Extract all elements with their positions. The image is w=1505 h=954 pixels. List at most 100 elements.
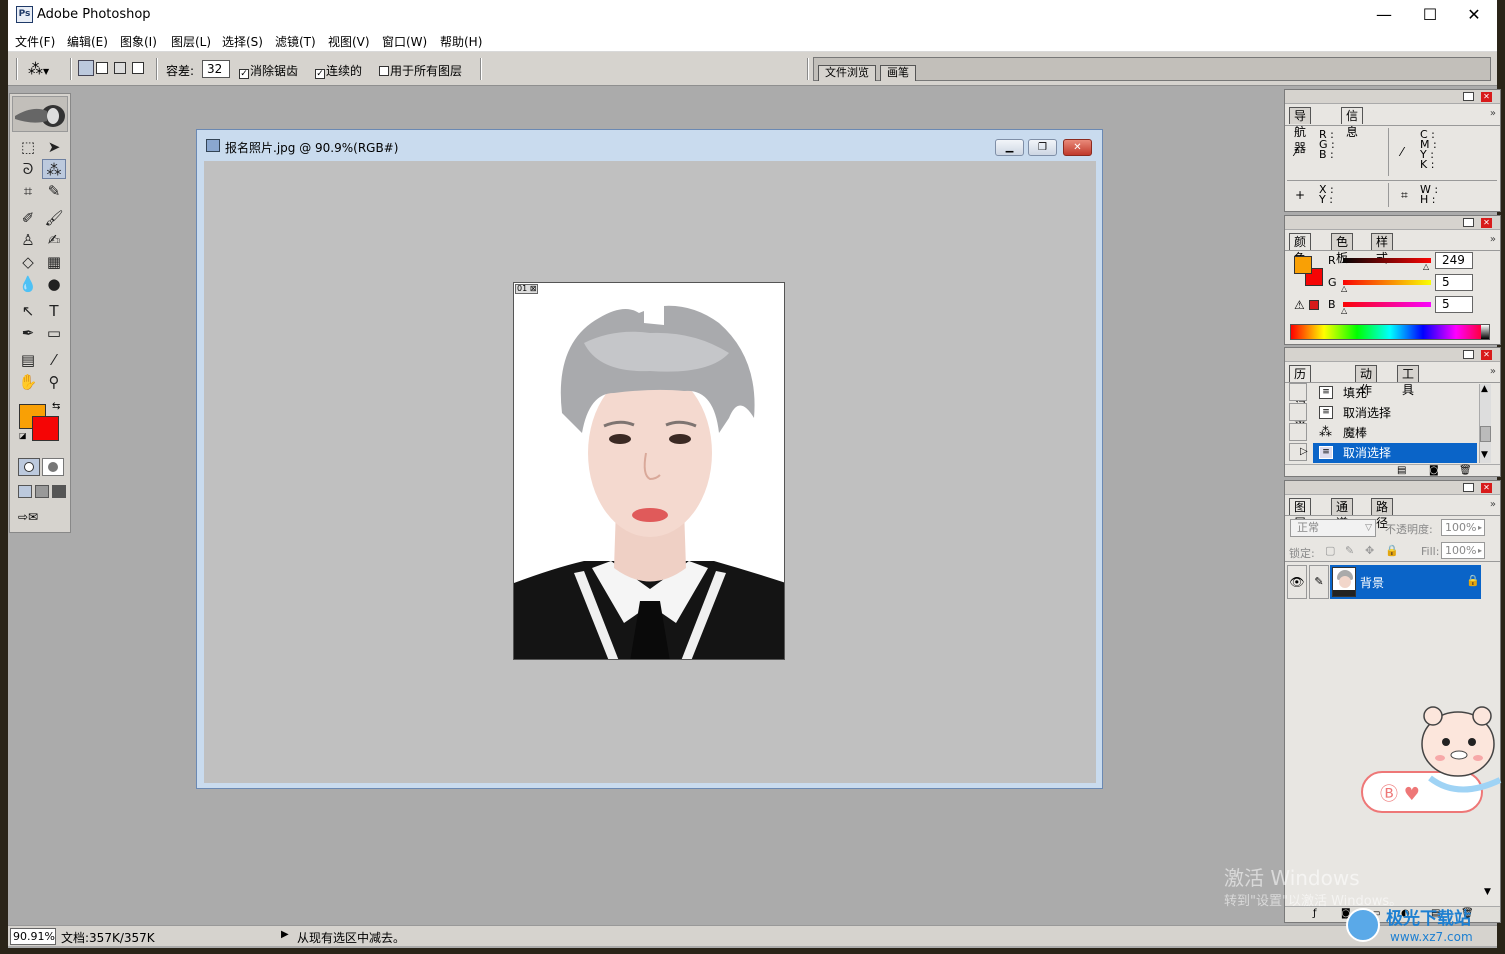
jump-to-imageready-icon[interactable]: ⇨✉ (18, 510, 64, 526)
panel-minimize-icon[interactable] (1463, 218, 1474, 227)
input-r[interactable]: 249 (1435, 252, 1473, 269)
menu-window[interactable]: 窗口(W) (382, 33, 427, 50)
panel-minimize-icon[interactable] (1463, 350, 1474, 359)
tab-channels[interactable]: 通道 (1331, 498, 1354, 530)
panel-menu-icon[interactable]: » (1490, 108, 1496, 119)
hand-tool-icon[interactable]: ✋ (16, 372, 40, 392)
history-snapshot-checkbox[interactable] (1289, 383, 1307, 401)
eraser-tool-icon[interactable]: ◇ (16, 252, 40, 272)
close-button[interactable]: ✕ (1451, 0, 1497, 30)
gamut-color-swatch[interactable] (1309, 300, 1319, 310)
tab-styles[interactable]: 样式 (1371, 233, 1394, 265)
document-restore-button[interactable]: ❐ (1028, 139, 1057, 156)
panel-menu-icon[interactable]: » (1490, 234, 1496, 245)
history-snapshot-checkbox[interactable] (1289, 423, 1307, 441)
menu-help[interactable]: 帮助(H) (440, 33, 482, 50)
new-selection-icon[interactable] (78, 60, 94, 76)
menu-edit[interactable]: 编辑(E) (67, 33, 108, 50)
magic-wand-tool-icon[interactable]: ⁂ (42, 159, 66, 179)
blur-tool-icon[interactable]: 💧 (16, 274, 40, 294)
antialias-checkbox[interactable]: ✓ 消除锯齿 (239, 62, 298, 79)
canvas-area[interactable]: 01 ⊠ (204, 161, 1096, 783)
menu-select[interactable]: 选择(S) (222, 33, 263, 50)
lock-transparency-icon[interactable]: ▢ (1325, 544, 1335, 557)
zoom-tool-icon[interactable]: ⚲ (42, 372, 66, 392)
input-b[interactable]: 5 (1435, 296, 1473, 313)
screen-mode-standard-icon[interactable] (18, 485, 32, 498)
contiguous-checkbox[interactable]: ✓ 连续的 (315, 62, 362, 79)
panel-minimize-icon[interactable] (1463, 483, 1474, 492)
tab-layers[interactable]: 图层 (1289, 498, 1312, 530)
path-selection-icon[interactable]: ↖ (16, 301, 40, 321)
fill-input[interactable]: 100% ▸ (1441, 542, 1485, 559)
status-menu-arrow-icon[interactable]: ▶ (281, 929, 289, 940)
menu-file[interactable]: 文件(F) (15, 33, 55, 50)
history-item[interactable]: ≡ 取消选择 (1313, 403, 1477, 423)
tab-tools[interactable]: 工具 (1397, 365, 1420, 397)
zoom-level-field[interactable]: 90.91% (10, 928, 56, 945)
panel-minimize-icon[interactable] (1463, 92, 1474, 101)
type-tool-icon[interactable]: T (42, 301, 66, 321)
layer-row-background[interactable]: 背景 🔒 (1330, 565, 1481, 599)
default-colors-icon[interactable]: ◪ (19, 431, 27, 440)
history-item-selected[interactable]: ≡ 取消选择 (1313, 443, 1477, 463)
history-item[interactable]: ≡ 填充 (1313, 383, 1477, 403)
tab-navigator[interactable]: 导航器 (1289, 107, 1312, 155)
move-tool-icon[interactable]: ➤ (42, 137, 66, 157)
clone-stamp-icon[interactable]: ♙ (16, 230, 40, 250)
slider-g[interactable] (1343, 280, 1431, 285)
crop-tool-icon[interactable]: ⌗ (16, 181, 40, 201)
shape-tool-icon[interactable]: ▭ (42, 323, 66, 343)
blend-mode-select[interactable]: 正常 ▽ (1290, 519, 1376, 537)
panel-menu-icon[interactable]: » (1490, 499, 1496, 510)
gamut-warning-icon[interactable]: ⚠ (1294, 298, 1305, 312)
input-g[interactable]: 5 (1435, 274, 1473, 291)
menu-filter[interactable]: 滤镜(T) (275, 33, 316, 50)
panel-close-icon[interactable]: ✕ (1481, 483, 1492, 493)
magic-wand-preset-icon[interactable]: ⁂▼ (28, 59, 64, 79)
slider-g-thumb[interactable]: △ (1341, 284, 1347, 293)
standard-mode-icon[interactable] (18, 458, 40, 476)
slider-b-thumb[interactable]: △ (1341, 306, 1347, 315)
tab-paths[interactable]: 路径 (1371, 498, 1394, 530)
tab-color[interactable]: 颜色 (1289, 233, 1312, 265)
dodge-tool-icon[interactable]: ● (42, 274, 66, 294)
delete-state-icon[interactable]: 🗑 (1459, 465, 1472, 476)
well-tab-brushes[interactable]: 画笔 (880, 65, 916, 81)
subtract-from-selection-icon[interactable] (114, 62, 126, 74)
all-layers-checkbox[interactable]: 用于所有图层 (379, 62, 462, 79)
lock-all-icon[interactable]: 🔒 (1385, 544, 1399, 557)
slider-b[interactable] (1343, 302, 1431, 307)
lock-image-icon[interactable]: ✎ (1345, 544, 1354, 557)
tab-actions[interactable]: 动作 (1355, 365, 1378, 397)
slice-tool-icon[interactable]: ✎ (42, 181, 66, 201)
well-tab-file-browser[interactable]: 文件浏览 (818, 65, 876, 81)
new-document-from-state-icon[interactable]: ▤ (1397, 465, 1406, 476)
history-item[interactable]: ⁂ 魔棒 (1313, 423, 1477, 443)
gradient-tool-icon[interactable]: ▦ (42, 252, 66, 272)
history-snapshot-checkbox[interactable] (1289, 403, 1307, 421)
color-spectrum-ramp[interactable] (1290, 324, 1490, 340)
menu-layer[interactable]: 图层(L) (171, 33, 211, 50)
panel-close-icon[interactable]: ✕ (1481, 218, 1492, 228)
swap-colors-icon[interactable]: ⇆ (52, 401, 60, 412)
pen-tool-icon[interactable]: ✒ (16, 323, 40, 343)
minimize-button[interactable]: — (1361, 0, 1407, 30)
quick-mask-mode-icon[interactable] (42, 458, 64, 476)
lock-position-icon[interactable]: ✥ (1365, 544, 1374, 557)
tab-history[interactable]: 历史记录 (1289, 365, 1312, 429)
panel-close-icon[interactable]: ✕ (1481, 350, 1492, 360)
eyedropper-tool-icon[interactable]: ⁄ (42, 350, 66, 370)
panel-menu-icon[interactable]: » (1490, 366, 1496, 377)
tolerance-input[interactable]: 32 (202, 60, 230, 78)
menu-view[interactable]: 视图(V) (328, 33, 370, 50)
id-photo-image[interactable]: 01 ⊠ (513, 282, 785, 660)
new-snapshot-icon[interactable]: ◙ (1429, 465, 1439, 476)
screen-mode-full-menu-icon[interactable] (35, 485, 49, 498)
panel-close-icon[interactable]: ✕ (1481, 92, 1492, 102)
layer-visibility-eye-icon[interactable]: 👁 (1287, 565, 1307, 599)
history-snapshot-checkbox[interactable]: ▷ (1289, 443, 1308, 461)
slider-r-thumb[interactable]: △ (1423, 262, 1429, 271)
brush-tool-icon[interactable]: 🖌 (42, 208, 66, 228)
background-color-swatch[interactable] (32, 416, 59, 441)
